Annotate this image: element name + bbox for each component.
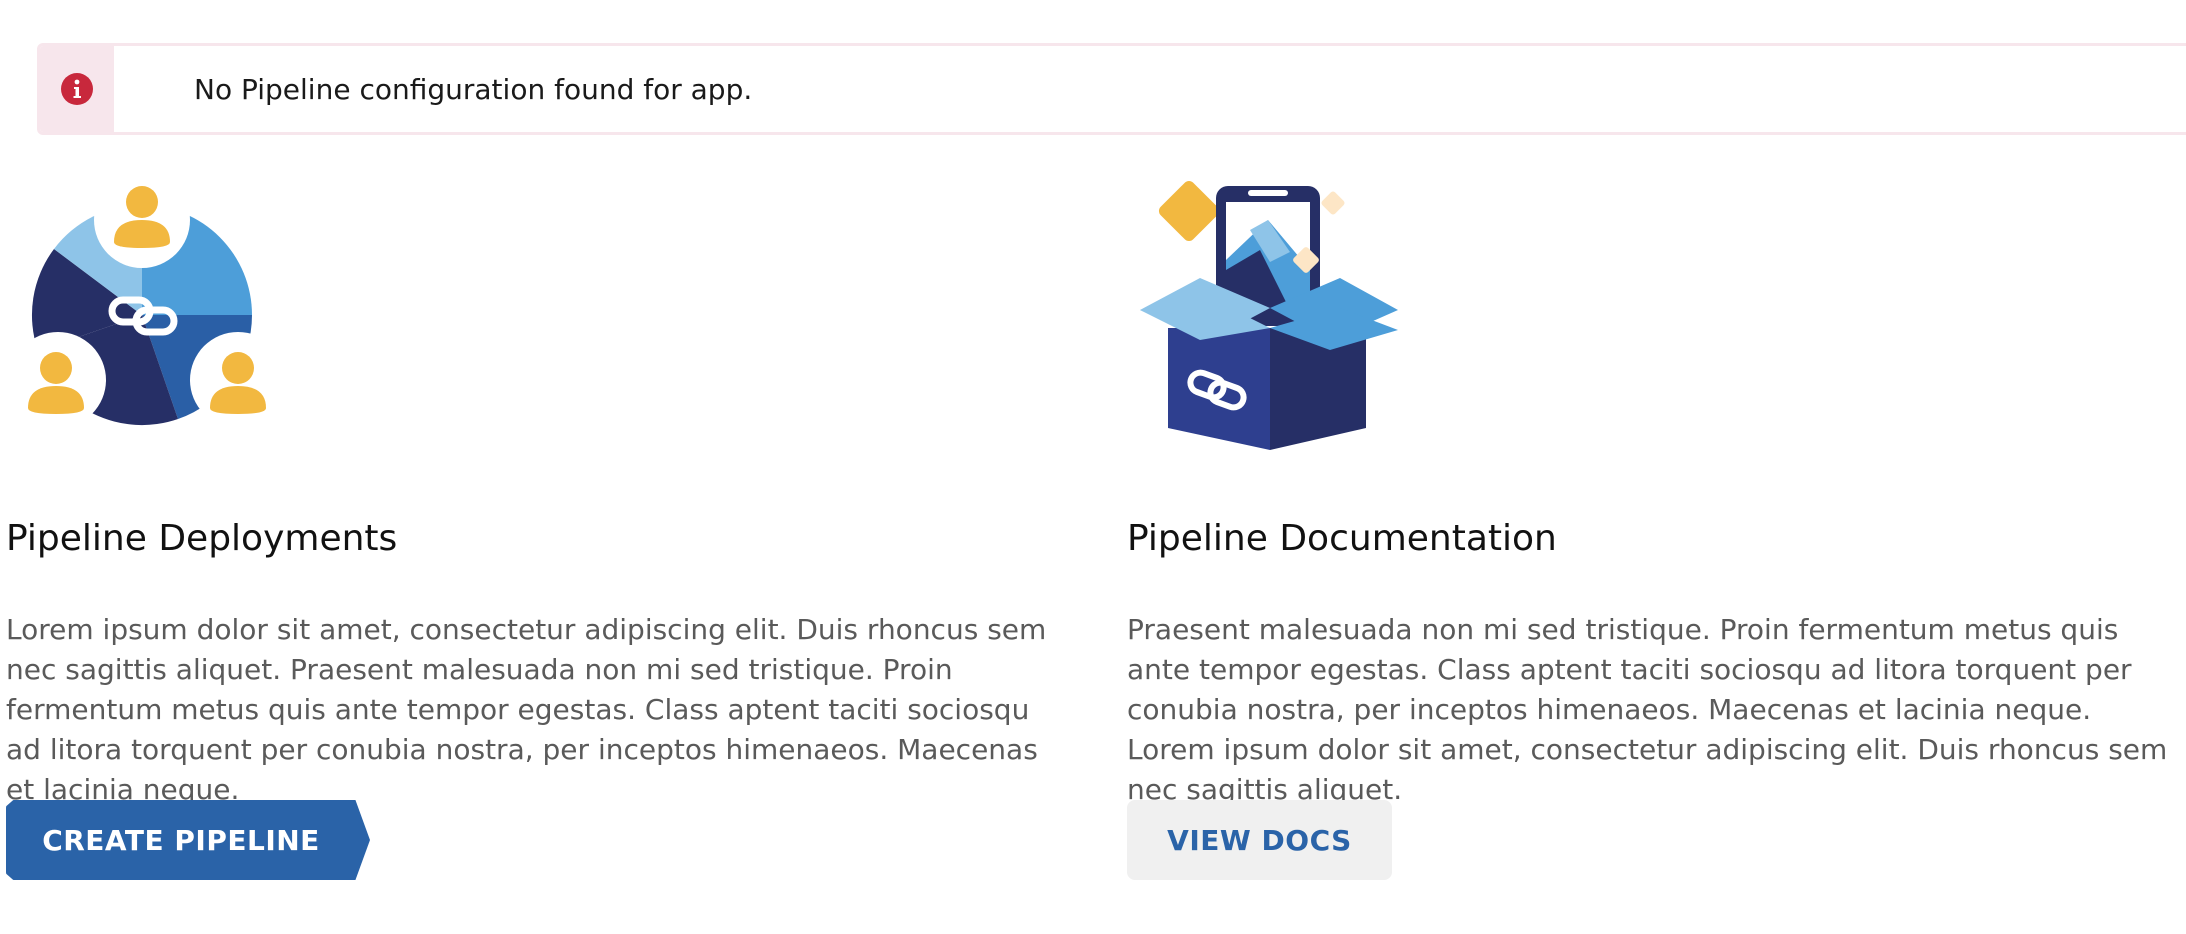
card-title-deployments: Pipeline Deployments bbox=[6, 518, 398, 559]
alert-icon-cell bbox=[40, 46, 114, 132]
team-link-icon bbox=[20, 180, 280, 428]
alert-message: No Pipeline configuration found for app. bbox=[194, 72, 753, 106]
info-icon bbox=[61, 73, 93, 105]
card-description-deployments: Lorem ipsum dolor sit amet, consectetur … bbox=[6, 613, 1047, 806]
create-pipeline-button[interactable]: CREATE PIPELINE bbox=[6, 800, 370, 880]
card-title-documentation: Pipeline Documentation bbox=[1127, 518, 1557, 559]
alert-banner: No Pipeline configuration found for app. bbox=[37, 43, 2186, 135]
box-phone-icon bbox=[1140, 180, 1398, 450]
card-description-documentation: Praesent malesuada non mi sed tristique.… bbox=[1127, 613, 2168, 806]
view-docs-button[interactable]: VIEW DOCS bbox=[1127, 800, 1392, 880]
